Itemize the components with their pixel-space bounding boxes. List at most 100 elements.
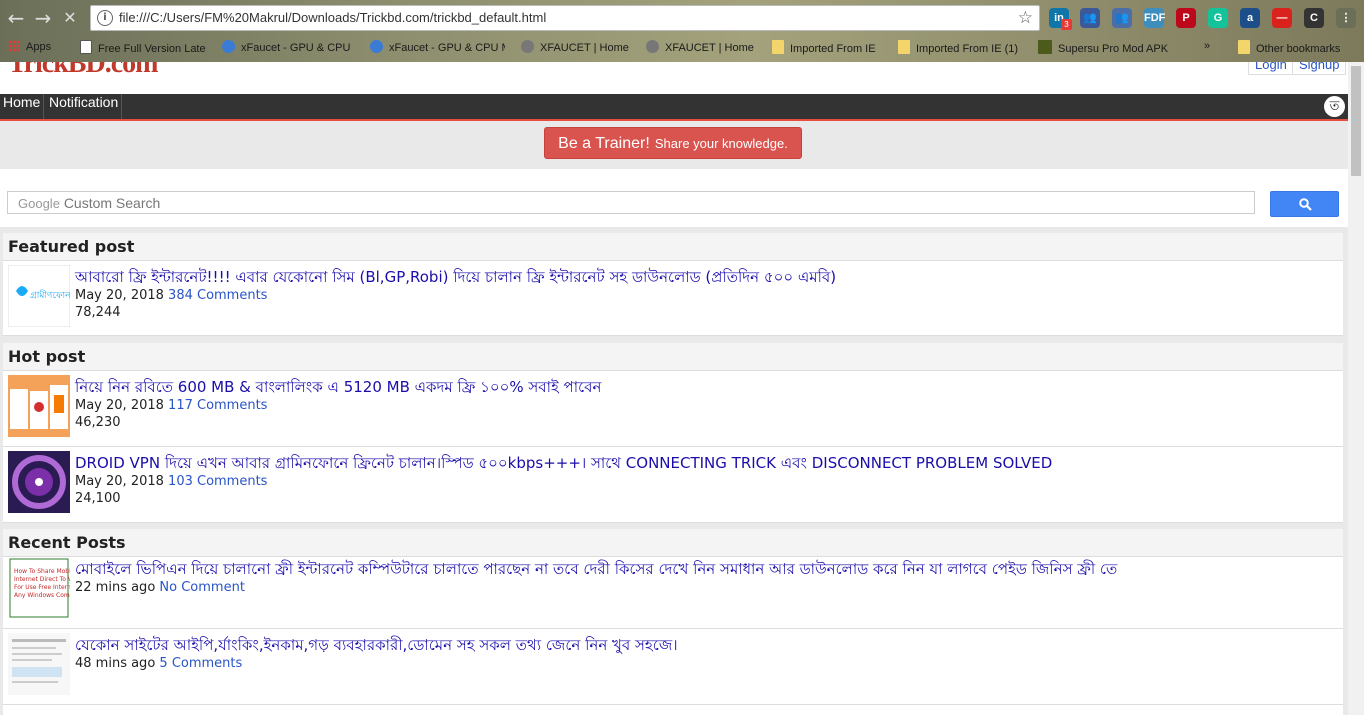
extension-icon[interactable]: G [1208, 8, 1228, 28]
google-brand: Google [18, 196, 60, 211]
bookmark-label: Apps [26, 41, 52, 53]
bookmark-item[interactable]: Imported From IE [772, 40, 887, 55]
back-button[interactable]: ← [4, 6, 28, 30]
post-item: নিয়ে নিন রবিতে 600 MB & বাংলালিংক এ 512… [3, 371, 1343, 447]
site-favicon-icon [646, 40, 659, 53]
extension-icon[interactable]: a [1240, 8, 1260, 28]
folder-icon [1238, 40, 1250, 54]
featured-title: Featured post [3, 233, 1343, 261]
extension-icon[interactable]: FDF [1144, 8, 1165, 28]
recent-section: Recent Posts How To Share Mobi Internet D… [3, 529, 1343, 715]
svg-text:Any Windows Comp: Any Windows Comp [14, 592, 70, 599]
bookmarks-bar: Apps Free Full Version Late xFaucet - GPU … [0, 35, 1364, 62]
bookmark-item[interactable]: Imported From IE (1) [898, 40, 1023, 55]
post-item: গ্রামীণফোন আবারো ফ্রি ইন্টারনেট!!!! এবার … [3, 261, 1343, 336]
post-date: 48 mins ago [75, 656, 156, 671]
notification-badge: 3 [1061, 19, 1072, 30]
post-date: May 20, 2018 [75, 398, 164, 413]
more-bookmarks-button[interactable]: » [1204, 40, 1226, 52]
nav-home[interactable]: Home [0, 94, 45, 119]
bookmark-label: Supersu Pro Mod APK [1058, 43, 1169, 55]
featured-section: Featured post গ্রামীণফোন আবারো ফ্রি ইন্টা… [3, 233, 1343, 336]
page-viewport: TrickBD.com Login Signup Home Notificati… [0, 62, 1348, 715]
post-thumbnail[interactable] [8, 375, 70, 437]
svg-text:Internet Direct To V: Internet Direct To V [14, 576, 70, 583]
page-icon [80, 40, 92, 54]
extension-icon[interactable]: C [1304, 8, 1324, 28]
trainer-subtext: Share your knowledge. [654, 136, 788, 151]
post-thumbnail[interactable]: How To Share Mobi Internet Direct To V For… [8, 557, 70, 619]
extension-icon[interactable]: ⋮ [1336, 8, 1356, 28]
bookmark-item[interactable]: Apps [8, 40, 68, 53]
bookmark-item[interactable]: Free Full Version Late [80, 40, 210, 55]
hot-title: Hot post [3, 343, 1343, 371]
address-bar[interactable]: i file:///C:/Users/FM%20Makrul/Downloads… [90, 5, 1040, 31]
bookmark-label: XFAUCET | Home [540, 42, 629, 54]
post-comments-link[interactable]: 384 Comments [168, 288, 267, 303]
search-panel: Google Custom Search [0, 169, 1348, 227]
bookmark-label: xFaucet - GPU & CPU M [389, 42, 505, 54]
bookmark-star-icon[interactable]: ☆ [1018, 8, 1033, 28]
extension-icon[interactable]: P [1176, 8, 1196, 28]
search-button[interactable] [1270, 191, 1339, 217]
post-comments-link[interactable]: 103 Comments [168, 474, 267, 489]
bookmark-item[interactable]: XFAUCET | Home [646, 40, 761, 54]
extension-icon[interactable]: 👥 [1080, 8, 1100, 28]
bookmark-item[interactable]: XFAUCET | Home [521, 40, 636, 54]
post-comments-link[interactable]: No Comment [159, 580, 245, 595]
post-thumbnail[interactable] [8, 633, 70, 695]
site-favicon-icon [1038, 40, 1052, 54]
bookmark-item[interactable]: Supersu Pro Mod APK [1038, 40, 1188, 55]
bookmark-label: » [1204, 40, 1211, 52]
forward-button[interactable]: → [31, 6, 55, 30]
post-thumbnail[interactable] [8, 451, 70, 513]
post-meta: May 20, 2018 103 Comments [75, 474, 267, 489]
page-scrollbar[interactable] [1348, 62, 1364, 715]
post-views: 24,100 [75, 491, 121, 506]
url-text[interactable]: file:///C:/Users/FM%20Makrul/Downloads/T… [119, 10, 546, 25]
post-item: যেকোন সাইটের আইপি,র্যাংকিং,ইনকাম,গড় ব্য… [3, 629, 1343, 705]
info-icon[interactable]: i [97, 10, 113, 26]
bookmark-item[interactable]: Other bookmarks [1238, 40, 1348, 55]
login-link[interactable]: Login [1248, 62, 1294, 75]
site-logo[interactable]: TrickBD.com [8, 62, 158, 80]
browser-toolbar: ← → ✕ i file:///C:/Users/FM%20Makrul/Dow… [0, 0, 1364, 35]
post-date: May 20, 2018 [75, 288, 164, 303]
be-a-trainer-button[interactable]: Be a Trainer! Share your knowledge. [544, 127, 802, 159]
extension-icon[interactable]: — [1272, 8, 1292, 28]
post-views: 78,244 [75, 305, 121, 320]
signup-link[interactable]: Signup [1292, 62, 1347, 75]
post-thumbnail[interactable]: গ্রামীণফোন [8, 265, 70, 327]
svg-text:For Use Free Interne: For Use Free Interne [14, 584, 70, 591]
post-meta: May 20, 2018 384 Comments [75, 288, 267, 303]
post-meta: 22 mins ago No Comment [75, 580, 245, 595]
post-comments-link[interactable]: 117 Comments [168, 398, 267, 413]
post-comments-link[interactable]: 5 Comments [159, 656, 242, 671]
bookmark-item[interactable]: xFaucet - GPU & CPU [222, 40, 357, 54]
post-meta: 48 mins ago 5 Comments [75, 656, 242, 671]
search-icon [1299, 198, 1312, 211]
extension-icon[interactable]: 👥 [1112, 8, 1132, 28]
search-placeholder: Custom Search [63, 195, 161, 211]
site-header: TrickBD.com Login Signup [0, 62, 1348, 94]
scrollbar-thumb[interactable] [1351, 66, 1361, 176]
folder-icon [898, 40, 910, 54]
post-date: May 20, 2018 [75, 474, 164, 489]
bookmark-label: xFaucet - GPU & CPU [241, 42, 351, 54]
search-input[interactable]: Google Custom Search [7, 191, 1255, 214]
bookmark-label: Other bookmarks [1256, 43, 1341, 55]
site-navbar: Home Notification ত [0, 94, 1348, 121]
svg-text:How To Share Mobi: How To Share Mobi [14, 568, 70, 575]
bookmark-label: XFAUCET | Home [665, 42, 754, 54]
post-views: 46,230 [75, 415, 121, 430]
browser-chrome: ← → ✕ i file:///C:/Users/FM%20Makrul/Dow… [0, 0, 1364, 62]
trainer-headline: Be a Trainer! [558, 135, 650, 152]
nav-notification[interactable]: Notification [46, 94, 123, 119]
bookmark-item[interactable]: xFaucet - GPU & CPU M [370, 40, 505, 54]
folder-icon [772, 40, 784, 54]
svg-text:গ্রামীণফোন: গ্রামীণফোন [30, 289, 70, 301]
language-toggle[interactable]: ত [1324, 96, 1345, 117]
apps-grid-icon [8, 40, 20, 52]
site-favicon-icon [521, 40, 534, 53]
stop-reload-button[interactable]: ✕ [58, 6, 82, 30]
